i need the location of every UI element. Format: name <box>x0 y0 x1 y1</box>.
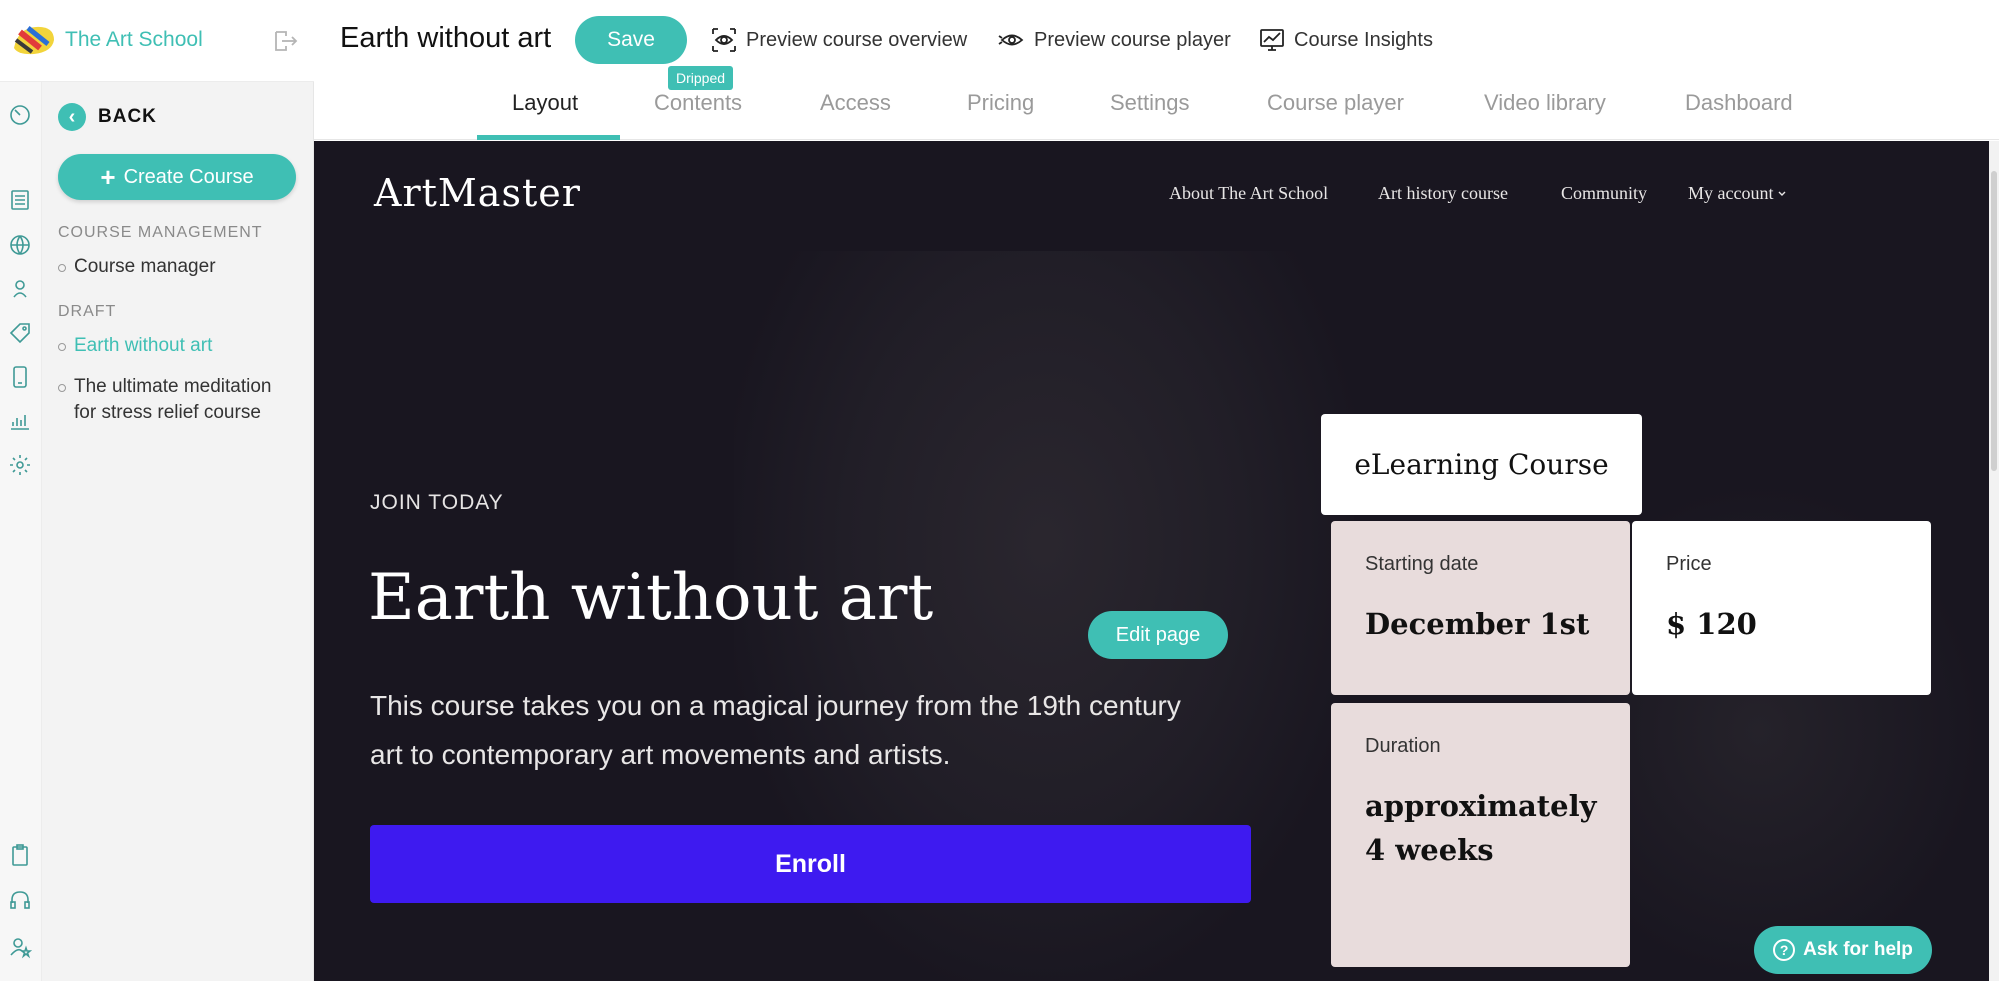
user-star-icon[interactable] <box>7 934 33 960</box>
top-bar: Earth without art Save Preview course ov… <box>314 0 1999 82</box>
site-logo[interactable]: ArtMaster <box>374 171 581 215</box>
active-tab-indicator <box>477 135 620 140</box>
site-nav-community[interactable]: Community <box>1561 183 1647 204</box>
settings-gear-icon[interactable] <box>7 452 33 478</box>
sidebar-item-meditation-course[interactable]: The ultimate meditation for stress relie… <box>58 374 278 426</box>
sidebar-item-label: Course manager <box>74 256 216 277</box>
brand-header: The Art School <box>0 0 314 82</box>
help-question-icon: ? <box>1773 939 1796 961</box>
dashboard-gauge-icon[interactable] <box>7 102 33 128</box>
website-globe-icon[interactable] <box>7 232 33 258</box>
starting-date-label: Starting date <box>1365 553 1479 575</box>
ask-for-help-label: Ask for help <box>1803 939 1913 960</box>
analytics-chart-icon[interactable] <box>7 408 33 434</box>
eye-player-icon <box>998 34 1024 46</box>
courses-list-icon[interactable] <box>7 187 33 213</box>
plus-icon: + <box>100 162 116 192</box>
dripped-badge: Dripped <box>668 66 734 90</box>
preview-scrollbar[interactable] <box>1989 141 1999 981</box>
bullet-icon <box>58 384 66 392</box>
insights-chart-icon <box>1260 29 1284 51</box>
mobile-app-icon[interactable] <box>7 364 33 390</box>
sidebar-item-course-manager[interactable]: Course manager <box>58 254 216 280</box>
preview-course-player-link[interactable]: Preview course player <box>998 26 1231 54</box>
enroll-button[interactable]: Enroll <box>370 825 1251 903</box>
starting-date-value: December 1st <box>1365 607 1590 641</box>
chevron-down-icon <box>1778 191 1786 196</box>
pricing-tag-icon[interactable] <box>7 320 33 346</box>
preview-course-overview-label: Preview course overview <box>746 28 968 51</box>
create-course-button[interactable]: + Create Course <box>58 154 296 200</box>
icon-rail <box>0 82 42 981</box>
bullet-icon <box>58 264 66 272</box>
tab-pricing[interactable]: Pricing <box>967 90 1034 132</box>
site-nav-about[interactable]: About The Art School <box>1169 183 1328 204</box>
back-label: BACK <box>98 106 157 127</box>
preview-course-overview-link[interactable]: Preview course overview <box>710 26 967 54</box>
save-button[interactable]: Save <box>575 16 687 64</box>
tab-bar: Layout Contents Access Pricing Settings … <box>314 78 1999 140</box>
course-page-preview: ArtMaster About The Art School Art histo… <box>314 141 1989 981</box>
clipboard-icon[interactable] <box>7 842 33 868</box>
my-account-label: My account <box>1688 183 1774 203</box>
sidebar: ‹ BACK + Create Course COURSE MANAGEMENT… <box>42 82 314 981</box>
tab-course-player[interactable]: Course player <box>1267 90 1404 132</box>
hero-title: Earth without art <box>368 561 934 635</box>
starting-date-card: Starting date December 1st <box>1331 521 1630 695</box>
price-label: Price <box>1666 553 1712 575</box>
course-insights-label: Course Insights <box>1294 28 1433 51</box>
scrollbar-thumb[interactable] <box>1991 171 1997 471</box>
price-card: Price $ 120 <box>1632 521 1931 695</box>
tab-video-library[interactable]: Video library <box>1484 90 1606 132</box>
chevron-left-icon: ‹ <box>58 103 86 131</box>
section-title-draft: DRAFT <box>58 303 117 320</box>
tab-contents[interactable]: Contents <box>654 90 742 132</box>
tab-settings[interactable]: Settings <box>1110 90 1190 132</box>
create-course-label: Create Course <box>123 165 254 188</box>
duration-value: approximately 4 weeks <box>1365 789 1597 867</box>
tab-layout[interactable]: Layout <box>512 90 578 132</box>
tab-access[interactable]: Access <box>820 90 891 132</box>
logout-icon[interactable] <box>272 28 298 54</box>
site-nav-art-history[interactable]: Art history course <box>1378 183 1508 204</box>
back-button[interactable]: ‹ BACK <box>58 103 157 131</box>
sidebar-item-earth-without-art[interactable]: Earth without art <box>58 333 212 359</box>
school-logo-icon <box>14 26 54 55</box>
site-nav-my-account[interactable]: My account <box>1688 183 1787 204</box>
preview-course-player-label: Preview course player <box>1034 28 1231 51</box>
price-value: $ 120 <box>1666 607 1757 641</box>
course-type-card: eLearning Course <box>1321 414 1642 515</box>
sidebar-item-label: Earth without art <box>74 335 213 356</box>
hero-description: This course takes you on a magical journ… <box>370 690 1181 770</box>
bullet-icon <box>58 343 66 351</box>
join-today-label: JOIN TODAY <box>370 491 504 514</box>
users-icon[interactable] <box>7 276 33 302</box>
section-title-course-management: COURSE MANAGEMENT <box>58 224 263 241</box>
ask-for-help-button[interactable]: ? Ask for help <box>1754 926 1932 974</box>
course-insights-link[interactable]: Course Insights <box>1258 26 1433 54</box>
tab-dashboard[interactable]: Dashboard <box>1685 90 1793 132</box>
duration-label: Duration <box>1365 735 1441 757</box>
duration-card: Duration approximately 4 weeks <box>1331 703 1630 967</box>
sidebar-item-label: The ultimate meditation for stress relie… <box>74 376 272 423</box>
eye-preview-icon <box>712 28 736 52</box>
edit-page-button[interactable]: Edit page <box>1088 611 1228 659</box>
support-headset-icon[interactable] <box>7 888 33 914</box>
course-title: Earth without art <box>340 22 552 54</box>
brand-name[interactable]: The Art School <box>65 28 203 52</box>
